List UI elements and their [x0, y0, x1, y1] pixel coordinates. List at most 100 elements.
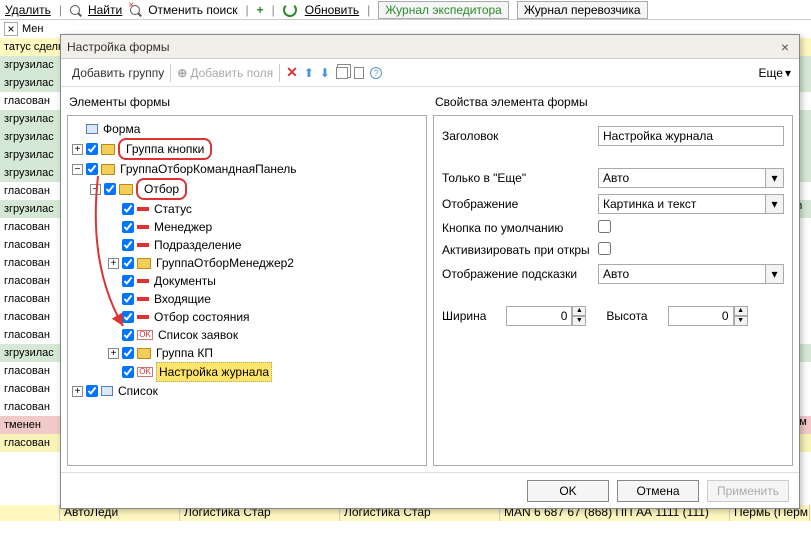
bg-cell: гласован	[4, 95, 60, 107]
bg-cell: гласован	[4, 437, 60, 449]
bg-cell: гласован	[4, 401, 60, 413]
help-icon[interactable]: ?	[370, 67, 382, 79]
field-icon	[137, 279, 149, 283]
bg-cell: гласован	[4, 221, 60, 233]
expand-button[interactable]: +	[72, 144, 83, 155]
dialog-title: Настройка формы	[67, 40, 777, 54]
collapse-button[interactable]: −	[72, 164, 83, 175]
tree-node-form[interactable]: Форма	[101, 120, 142, 138]
form-icon	[86, 124, 98, 134]
node-checkbox[interactable]	[122, 257, 134, 269]
element-properties-label: Свойства элемента формы	[435, 95, 793, 109]
node-checkbox[interactable]	[122, 203, 134, 215]
spin-up[interactable]: ▲	[734, 306, 748, 316]
dropdown-button[interactable]: ▾	[766, 194, 784, 214]
expand-button[interactable]: +	[108, 348, 119, 359]
prop-only-more-input[interactable]	[598, 168, 766, 188]
tree-node-filter-panel[interactable]: ГруппаОтборКоманднаяПанель	[118, 160, 299, 178]
delete-link[interactable]: Удалить	[5, 3, 51, 17]
node-checkbox[interactable]	[122, 221, 134, 233]
move-up-icon[interactable]: ⬆	[304, 66, 314, 80]
node-checkbox[interactable]	[122, 293, 134, 305]
tab-forwarder-journal[interactable]: Журнал экспедитора	[378, 1, 509, 19]
dialog-close-button[interactable]: ×	[777, 39, 793, 55]
node-checkbox[interactable]	[122, 366, 134, 378]
prop-height-label: Высота	[606, 309, 647, 323]
find-link[interactable]: Найти	[88, 3, 122, 17]
delete-icon[interactable]: ✕	[286, 64, 298, 81]
move-down-icon[interactable]: ⬇	[320, 66, 330, 80]
bg-cell: згрузилас	[4, 347, 60, 359]
spin-down[interactable]: ▼	[572, 316, 586, 326]
prop-width-label: Ширина	[442, 309, 486, 323]
close-tab-button[interactable]: ×	[4, 22, 18, 36]
tree-node-documents[interactable]: Документы	[152, 272, 218, 290]
bg-cell: гласован	[4, 311, 60, 323]
collapse-button[interactable]: −	[90, 184, 101, 195]
expand-button[interactable]: +	[72, 386, 83, 397]
prop-width-input[interactable]	[506, 306, 572, 326]
tree-node-status[interactable]: Статус	[152, 200, 194, 218]
prop-header-label: Заголовок	[442, 129, 592, 143]
node-checkbox[interactable]	[122, 275, 134, 287]
paste-icon[interactable]	[354, 67, 364, 79]
prop-only-more-label: Только в "Еще"	[442, 171, 592, 185]
cancel-search-link[interactable]: Отменить поиск	[148, 3, 237, 17]
add-group-button[interactable]: Добавить группу	[69, 66, 164, 80]
dropdown-button[interactable]: ▾	[766, 264, 784, 284]
prop-display-label: Отображение	[442, 197, 592, 211]
node-checkbox[interactable]	[122, 311, 134, 323]
spin-up[interactable]: ▲	[572, 306, 586, 316]
tab-carrier-journal[interactable]: Журнал перевозчика	[517, 1, 648, 19]
bg-cell: згрузилас	[4, 167, 60, 179]
prop-default-button-checkbox[interactable]	[598, 220, 611, 233]
refresh-icon[interactable]	[283, 3, 297, 17]
expand-button[interactable]: +	[108, 258, 119, 269]
form-elements-tree[interactable]: Форма + Группа кнопки − ГруппаОтборКомандн…	[67, 115, 427, 466]
tree-node-incoming[interactable]: Входящие	[152, 290, 213, 308]
refresh-link[interactable]: Обновить	[305, 3, 359, 17]
dialog-toolbar: Добавить группу ⊕ Добавить поля ✕ ⬆ ⬇ ? …	[61, 59, 799, 87]
node-checkbox[interactable]	[86, 163, 98, 175]
tree-node-request-list[interactable]: Список заявок	[156, 326, 240, 344]
bottom-grid-row: АвтоЛеди Логистика Стар Логистика Стар M…	[0, 505, 811, 537]
tree-node-filter-manager2[interactable]: ГруппаОтборМенеджер2	[154, 254, 296, 272]
plus-icon[interactable]: +	[257, 3, 264, 17]
node-checkbox[interactable]	[104, 183, 116, 195]
copy-icon[interactable]	[336, 67, 348, 79]
list-icon	[101, 386, 113, 396]
node-checkbox[interactable]	[122, 347, 134, 359]
tree-node-journal-setup[interactable]: Настройка журнала	[156, 362, 272, 382]
tree-node-status-filter[interactable]: Отбор состояния	[152, 308, 252, 326]
apply-button: Применить	[707, 480, 789, 502]
tree-node-group-buttons[interactable]: Группа кнопки	[118, 138, 212, 160]
dialog-buttons: OK Отмена Применить	[61, 472, 799, 508]
prop-display-input[interactable]	[598, 194, 766, 214]
cancel-button[interactable]: Отмена	[617, 480, 699, 502]
chevron-down-icon[interactable]: ▾	[785, 66, 791, 80]
tree-node-department[interactable]: Подразделение	[152, 236, 243, 254]
bg-cell: згрузилас	[4, 59, 60, 71]
tree-node-filter[interactable]: Отбор	[136, 178, 187, 200]
bg-cell: гласован	[4, 185, 60, 197]
more-button[interactable]: Еще	[759, 66, 783, 80]
prop-tooltip-display-input[interactable]	[598, 264, 766, 284]
bg-cell: гласован	[4, 239, 60, 251]
prop-header-input[interactable]	[598, 126, 784, 146]
node-checkbox[interactable]	[86, 143, 98, 155]
ok-button[interactable]: OK	[527, 480, 609, 502]
dropdown-button[interactable]: ▾	[766, 168, 784, 188]
spin-down[interactable]: ▼	[734, 316, 748, 326]
cancel-find-icon	[130, 5, 140, 15]
prop-height-input[interactable]	[668, 306, 734, 326]
tree-node-group-kp[interactable]: Группа КП	[154, 344, 215, 362]
bg-cell: гласован	[4, 365, 60, 377]
prop-activate-checkbox[interactable]	[598, 242, 611, 255]
node-checkbox[interactable]	[122, 239, 134, 251]
tree-node-manager[interactable]: Менеджер	[152, 218, 214, 236]
tree-node-list[interactable]: Список	[116, 382, 160, 400]
node-checkbox[interactable]	[86, 385, 98, 397]
add-fields-label: Добавить поля	[190, 66, 273, 80]
form-settings-dialog: Настройка формы × Добавить группу ⊕ Доба…	[60, 34, 800, 509]
node-checkbox[interactable]	[122, 329, 134, 341]
